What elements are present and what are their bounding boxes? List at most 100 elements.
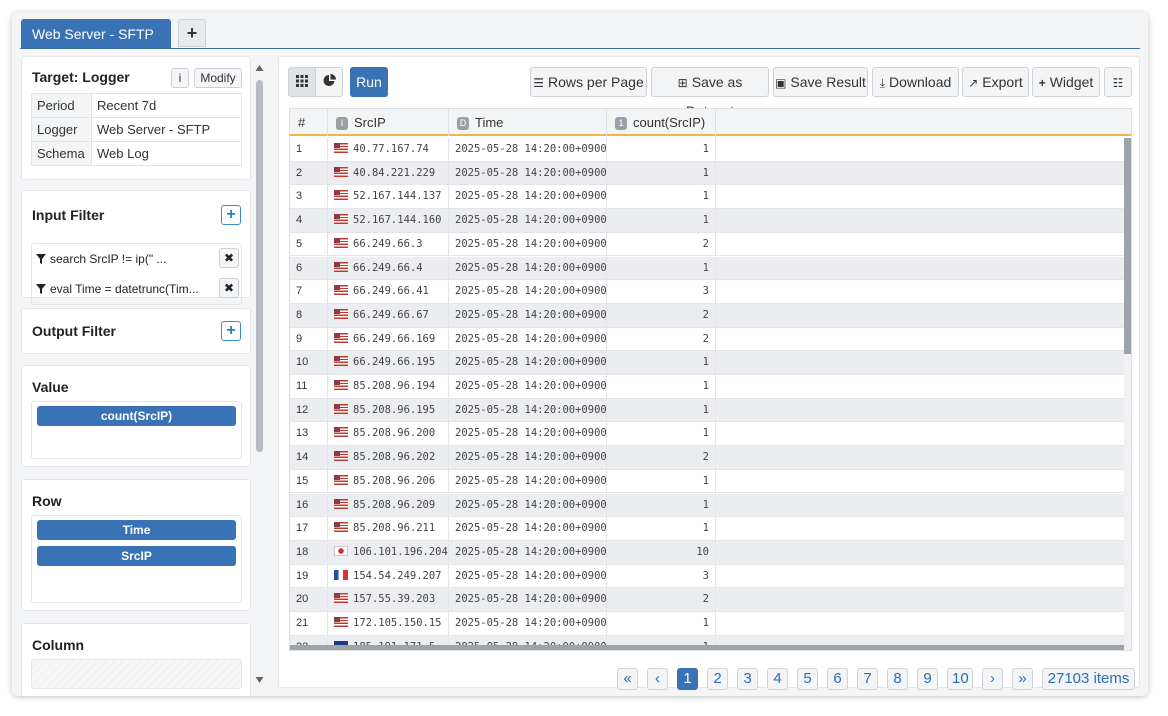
time-cell[interactable]: 2025-05-28 14:20:00+0900 xyxy=(449,280,607,304)
count-cell[interactable]: 1 xyxy=(607,351,716,375)
row-pill-srcip[interactable]: SrcIP xyxy=(37,546,236,566)
value-pill-count-srcip[interactable]: count(SrcIP) xyxy=(37,406,236,426)
page-4-button[interactable]: 4 xyxy=(767,668,788,690)
srcip-cell[interactable]: 85.208.96.202 xyxy=(328,446,449,470)
table-row[interactable]: 10 66.249.66.195 2025-05-28 14:20:00+0900 1 xyxy=(290,351,1124,375)
table-row[interactable]: 21 172.105.150.15 2025-05-28 14:20:00+0900… xyxy=(290,612,1124,636)
row-drop-zone[interactable]: Time SrcIP xyxy=(31,515,242,603)
last-page-button[interactable]: » xyxy=(1012,668,1033,690)
time-cell[interactable]: 2025-05-28 14:20:00+0900 xyxy=(449,327,607,351)
table-row[interactable]: 15 85.208.96.206 2025-05-28 14:20:00+0900 1 xyxy=(290,469,1124,494)
count-cell[interactable]: 2 xyxy=(607,303,716,327)
count-cell[interactable]: 1 xyxy=(607,517,716,541)
modify-button[interactable]: Modify xyxy=(194,68,242,88)
table-row[interactable]: 11 85.208.96.194 2025-05-28 14:20:00+0900 1 xyxy=(290,375,1124,399)
srcip-cell[interactable]: 85.208.96.209 xyxy=(328,493,449,517)
count-cell[interactable]: 2 xyxy=(607,232,716,256)
table-row[interactable]: 17 85.208.96.211 2025-05-28 14:20:00+0900 1 xyxy=(290,517,1124,541)
table-row[interactable]: 16 85.208.96.209 2025-05-28 14:20:00+0900 1 xyxy=(290,493,1124,518)
srcip-cell[interactable]: 40.77.167.74 xyxy=(328,138,449,161)
count-cell[interactable]: 3 xyxy=(607,280,716,304)
time-cell[interactable]: 2025-05-28 14:20:00+0900 xyxy=(449,375,607,398)
count-cell[interactable]: 1 xyxy=(607,375,716,398)
time-cell[interactable]: 2025-05-28 14:20:00+0900 xyxy=(449,303,607,327)
row-pill-time[interactable]: Time xyxy=(37,520,236,540)
count-cell[interactable]: 1 xyxy=(607,161,716,185)
chart-view-button[interactable] xyxy=(315,67,343,97)
save-as-dataset-button[interactable]: ⊞Save as Dataset xyxy=(651,67,769,119)
page-9-button[interactable]: 9 xyxy=(917,668,938,690)
table-row[interactable]: 13 85.208.96.200 2025-05-28 14:20:00+0900 1 xyxy=(290,422,1124,447)
time-cell[interactable]: 2025-05-28 14:20:00+0900 xyxy=(449,540,607,564)
input-filter-item[interactable]: eval Time = datetrunc(Tim... ✖ xyxy=(36,276,239,302)
srcip-cell[interactable]: 40.84.221.229 xyxy=(328,161,449,185)
count-cell[interactable]: 1 xyxy=(607,209,716,233)
column-drop-zone[interactable] xyxy=(31,659,242,689)
table-row[interactable]: 14 85.208.96.202 2025-05-28 14:20:00+0900 2 xyxy=(290,446,1124,470)
prev-page-button[interactable]: ‹ xyxy=(647,668,668,690)
info-button[interactable]: i xyxy=(171,68,189,88)
time-cell[interactable]: 2025-05-28 14:20:00+0900 xyxy=(449,185,607,209)
count-cell[interactable]: 2 xyxy=(607,588,716,612)
column-settings-button[interactable]: ☷ xyxy=(1104,67,1132,97)
time-cell[interactable]: 2025-05-28 14:20:00+0900 xyxy=(449,398,607,422)
scrollbar-thumb[interactable] xyxy=(1124,138,1131,354)
table-row[interactable]: 18 106.101.196.204 2025-05-28 14:20:00+090… xyxy=(290,540,1124,565)
page-7-button[interactable]: 7 xyxy=(857,668,878,690)
widget-button[interactable]: + Widget xyxy=(1032,67,1100,97)
page-2-button[interactable]: 2 xyxy=(707,668,728,690)
value-drop-zone[interactable]: count(SrcIP) xyxy=(31,401,242,459)
time-cell[interactable]: 2025-05-28 14:20:00+0900 xyxy=(449,517,607,541)
table-row[interactable]: 7 66.249.66.41 2025-05-28 14:20:00+0900 3 xyxy=(290,280,1124,304)
page-3-button[interactable]: 3 xyxy=(737,668,758,690)
count-cell[interactable]: 2 xyxy=(607,446,716,470)
scrollbar-thumb[interactable] xyxy=(256,80,263,452)
table-row[interactable]: 8 66.249.66.67 2025-05-28 14:20:00+0900 2 xyxy=(290,303,1124,328)
count-cell[interactable]: 1 xyxy=(607,138,716,161)
srcip-cell[interactable]: 85.208.96.195 xyxy=(328,398,449,422)
add-tab-button[interactable]: + xyxy=(178,19,206,47)
time-cell[interactable]: 2025-05-28 14:20:00+0900 xyxy=(449,422,607,446)
page-1-button[interactable]: 1 xyxy=(677,668,698,690)
count-cell[interactable]: 3 xyxy=(607,564,716,588)
table-row[interactable]: 9 66.249.66.169 2025-05-28 14:20:00+0900 2 xyxy=(290,327,1124,352)
table-row[interactable]: 6 66.249.66.4 2025-05-28 14:20:00+0900 1 xyxy=(290,256,1124,281)
next-page-button[interactable]: › xyxy=(982,668,1003,690)
header-count[interactable]: 1 count(SrcIP) xyxy=(607,109,716,136)
count-cell[interactable]: 1 xyxy=(607,185,716,209)
page-8-button[interactable]: 8 xyxy=(887,668,908,690)
header-index[interactable]: # xyxy=(290,109,328,136)
tab-web-server-sftp[interactable]: Web Server - SFTP xyxy=(21,19,171,49)
page-10-button[interactable]: 10 xyxy=(947,668,973,690)
srcip-cell[interactable]: 66.249.66.67 xyxy=(328,303,449,327)
left-panel-scrollbar[interactable] xyxy=(255,64,264,684)
grid-vertical-scrollbar[interactable] xyxy=(1124,138,1131,650)
count-cell[interactable]: 1 xyxy=(607,469,716,493)
time-cell[interactable]: 2025-05-28 14:20:00+0900 xyxy=(449,564,607,588)
srcip-cell[interactable]: 154.54.249.207 xyxy=(328,564,449,588)
table-row[interactable]: 2 40.84.221.229 2025-05-28 14:20:00+0900 1 xyxy=(290,161,1124,186)
srcip-cell[interactable]: 172.105.150.15 xyxy=(328,612,449,635)
srcip-cell[interactable]: 66.249.66.169 xyxy=(328,327,449,351)
time-cell[interactable]: 2025-05-28 14:20:00+0900 xyxy=(449,138,607,161)
table-row[interactable]: 4 52.167.144.160 2025-05-28 14:20:00+0900 1 xyxy=(290,209,1124,233)
remove-filter-button[interactable]: ✖ xyxy=(219,248,239,268)
table-row[interactable]: 1 40.77.167.74 2025-05-28 14:20:00+0900 1 xyxy=(290,138,1124,162)
srcip-cell[interactable]: 66.249.66.41 xyxy=(328,280,449,304)
srcip-cell[interactable]: 85.208.96.206 xyxy=(328,469,449,493)
srcip-cell[interactable]: 157.55.39.203 xyxy=(328,588,449,612)
page-5-button[interactable]: 5 xyxy=(797,668,818,690)
table-row[interactable]: 20 157.55.39.203 2025-05-28 14:20:00+0900 2 xyxy=(290,588,1124,612)
count-cell[interactable]: 1 xyxy=(607,422,716,446)
srcip-cell[interactable]: 85.208.96.211 xyxy=(328,517,449,541)
time-cell[interactable]: 2025-05-28 14:20:00+0900 xyxy=(449,351,607,375)
rows-per-page-button[interactable]: ☰ Rows per Page xyxy=(530,67,647,97)
count-cell[interactable]: 10 xyxy=(607,540,716,564)
header-srcip[interactable]: I SrcIP xyxy=(328,109,449,136)
count-cell[interactable]: 1 xyxy=(607,256,716,280)
srcip-cell[interactable]: 85.208.96.194 xyxy=(328,375,449,398)
time-cell[interactable]: 2025-05-28 14:20:00+0900 xyxy=(449,209,607,233)
download-button[interactable]: ⤓ Download xyxy=(872,67,959,97)
time-cell[interactable]: 2025-05-28 14:20:00+0900 xyxy=(449,493,607,517)
srcip-cell[interactable]: 52.167.144.160 xyxy=(328,209,449,233)
